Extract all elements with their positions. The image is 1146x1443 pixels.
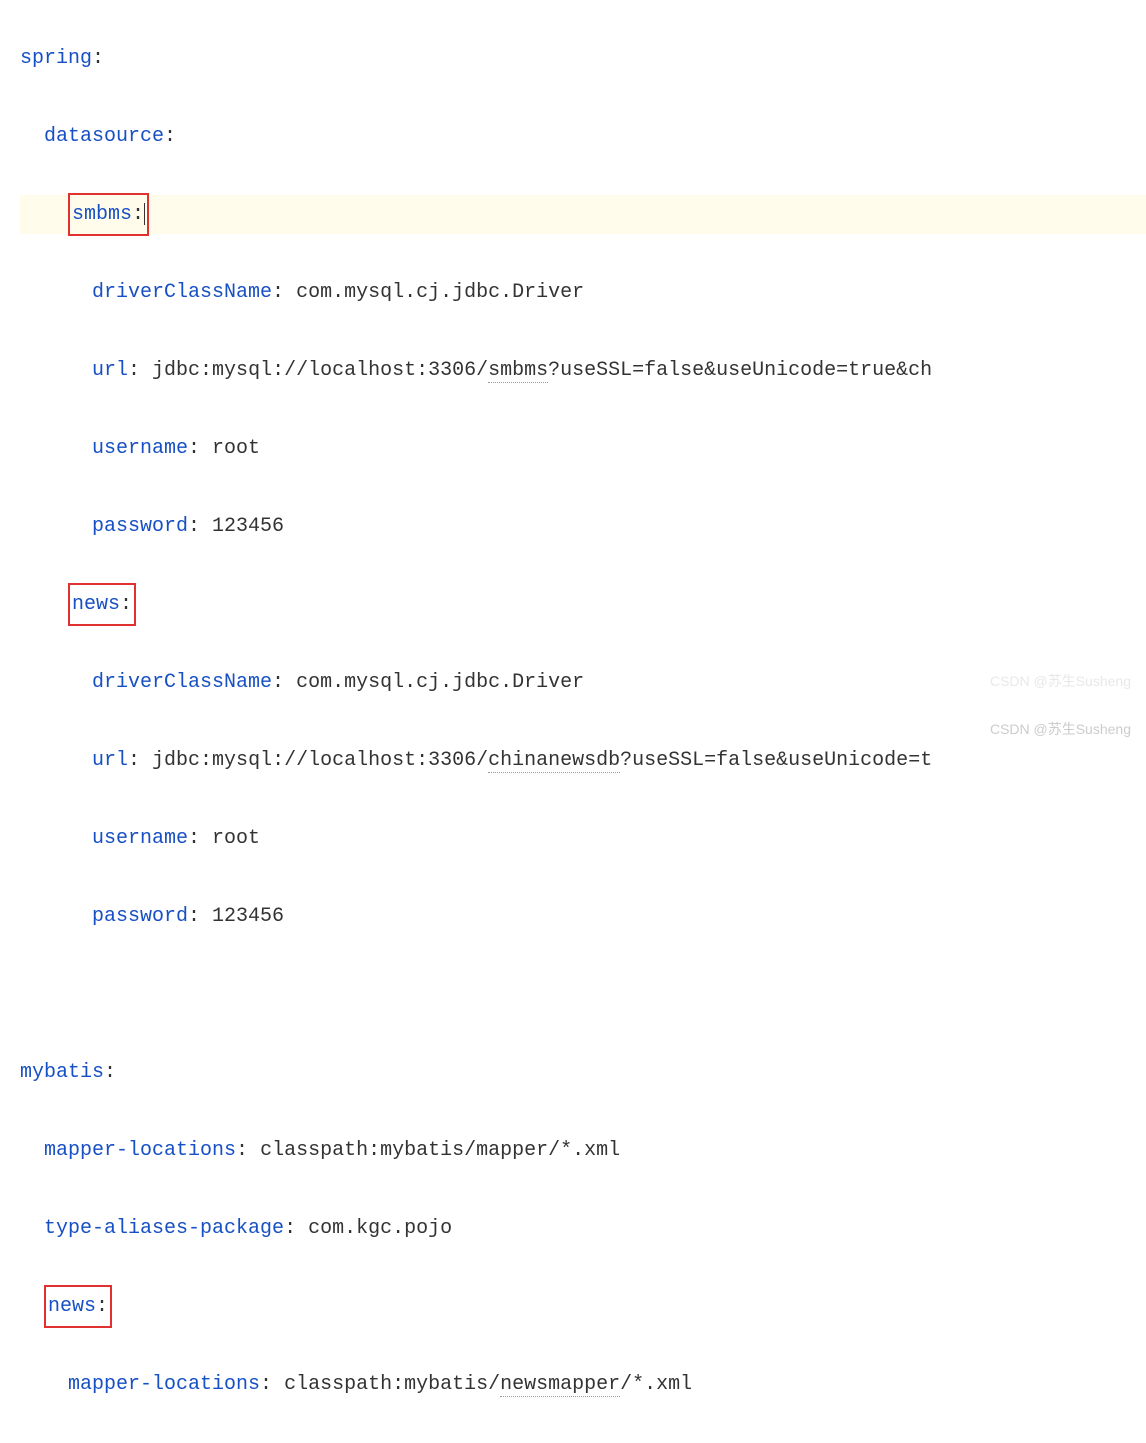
yaml-value-prefix: jdbc:mysql://localhost:3306/	[152, 749, 488, 772]
code-line-10: url: jdbc:mysql://localhost:3306/chinane…	[20, 741, 1146, 780]
yaml-key: driverClassName	[92, 671, 272, 694]
colon: :	[120, 593, 132, 616]
yaml-value: root	[212, 437, 260, 460]
yaml-value: classpath:mybatis/mapper/*.xml	[260, 1139, 620, 1162]
code-line-blank	[20, 975, 1146, 1014]
code-line-15: type-aliases-package: com.kgc.pojo	[20, 1209, 1146, 1248]
colon: :	[104, 1061, 116, 1084]
code-line-17: mapper-locations: classpath:mybatis/news…	[20, 1365, 1146, 1404]
code-line-2: datasource:	[20, 117, 1146, 156]
colon: :	[188, 905, 212, 928]
colon: :	[260, 1373, 284, 1396]
colon: :	[164, 125, 176, 148]
yaml-value: com.kgc.pojo	[308, 1217, 452, 1240]
watermark-text: CSDN @苏生Susheng	[990, 716, 1131, 743]
text-cursor	[144, 203, 145, 225]
yaml-key: news	[72, 593, 120, 616]
code-line-5: url: jdbc:mysql://localhost:3306/smbms?u…	[20, 351, 1146, 390]
yaml-key: password	[92, 905, 188, 928]
yaml-key: url	[92, 359, 128, 382]
yaml-key: password	[92, 515, 188, 538]
code-line-9: driverClassName: com.mysql.cj.jdbc.Drive…	[20, 663, 1146, 702]
highlight-box-smbms: smbms:	[68, 193, 149, 236]
highlight-box-news2: news:	[44, 1285, 112, 1328]
yaml-key: mapper-locations	[44, 1139, 236, 1162]
colon: :	[188, 515, 212, 538]
yaml-key: news	[48, 1295, 96, 1318]
yaml-key: username	[92, 437, 188, 460]
yaml-value-underlined: chinanewsdb	[488, 749, 620, 773]
yaml-value: com.mysql.cj.jdbc.Driver	[296, 281, 584, 304]
code-line-3-highlighted: smbms:	[20, 195, 1146, 234]
code-line-12: password: 123456	[20, 897, 1146, 936]
code-line-8: news:	[20, 585, 1146, 624]
code-line-1: spring:	[20, 39, 1146, 78]
code-line-7: password: 123456	[20, 507, 1146, 546]
code-line-11: username: root	[20, 819, 1146, 858]
colon: :	[92, 47, 104, 70]
colon: :	[132, 203, 144, 226]
yaml-key: datasource	[44, 125, 164, 148]
code-line-6: username: root	[20, 429, 1146, 468]
yaml-value-suffix: ?useSSL=false&useUnicode=true&ch	[548, 359, 932, 382]
yaml-value-suffix: ?useSSL=false&useUnicode=t	[620, 749, 932, 772]
yaml-value: com.mysql.cj.jdbc.Driver	[296, 671, 584, 694]
yaml-key: url	[92, 749, 128, 772]
colon: :	[128, 359, 152, 382]
yaml-key: spring	[20, 47, 92, 70]
yaml-key: username	[92, 827, 188, 850]
yaml-key: driverClassName	[92, 281, 272, 304]
yaml-value: root	[212, 827, 260, 850]
colon: :	[272, 281, 296, 304]
colon: :	[236, 1139, 260, 1162]
code-line-16: news:	[20, 1287, 1146, 1326]
yaml-key: mybatis	[20, 1061, 104, 1084]
yaml-value-underlined: newsmapper	[500, 1373, 620, 1397]
code-line-4: driverClassName: com.mysql.cj.jdbc.Drive…	[20, 273, 1146, 312]
yaml-value-prefix: jdbc:mysql://localhost:3306/	[152, 359, 488, 382]
highlight-box-news: news:	[68, 583, 136, 626]
yaml-value-suffix: /*.xml	[620, 1373, 692, 1396]
yaml-key: mapper-locations	[68, 1373, 260, 1396]
yaml-value-prefix: classpath:mybatis/	[284, 1373, 500, 1396]
colon: :	[128, 749, 152, 772]
colon: :	[188, 437, 212, 460]
colon: :	[188, 827, 212, 850]
watermark-text-faded: CSDN @苏生Susheng	[990, 668, 1131, 695]
colon: :	[96, 1295, 108, 1318]
code-line-13: mybatis:	[20, 1053, 1146, 1092]
yaml-key: type-aliases-package	[44, 1217, 284, 1240]
yaml-value: 123456	[212, 515, 284, 538]
code-editor[interactable]: spring: datasource: smbms: driverClassNa…	[0, 0, 1146, 1443]
yaml-value: 123456	[212, 905, 284, 928]
colon: :	[272, 671, 296, 694]
colon: :	[284, 1217, 308, 1240]
yaml-key: smbms	[72, 203, 132, 226]
code-line-14: mapper-locations: classpath:mybatis/mapp…	[20, 1131, 1146, 1170]
yaml-value-underlined: smbms	[488, 359, 548, 383]
